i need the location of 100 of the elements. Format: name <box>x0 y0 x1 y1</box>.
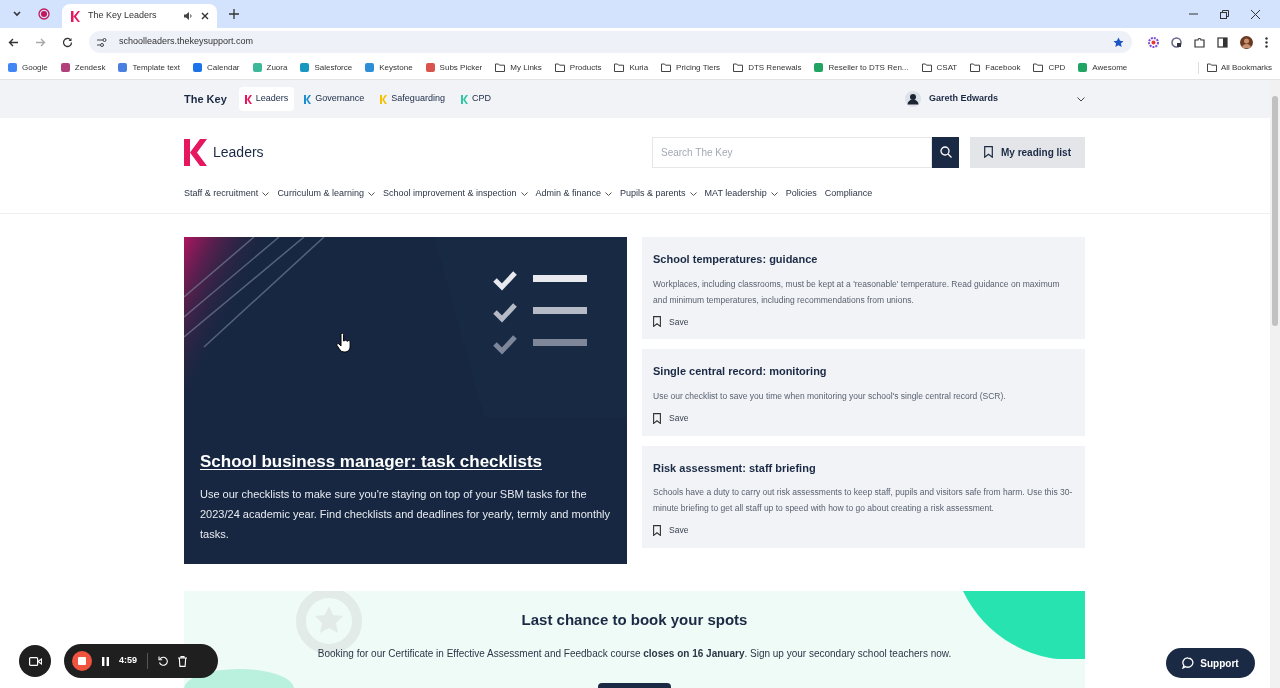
bookmark-item[interactable]: Google <box>8 61 48 74</box>
back-icon[interactable] <box>8 36 19 48</box>
camera-button[interactable] <box>19 645 51 677</box>
close-window-icon[interactable] <box>1251 9 1260 19</box>
trash-icon[interactable] <box>178 655 187 667</box>
bookmark-item[interactable]: Facebook <box>970 61 1021 74</box>
logo-text[interactable]: Leaders <box>213 141 264 163</box>
avatar-icon[interactable] <box>1240 35 1253 49</box>
folder-icon <box>1206 63 1217 72</box>
bookmark-icon <box>653 316 661 328</box>
restore-icon[interactable] <box>1220 9 1229 19</box>
scrollbar-thumb[interactable] <box>1272 96 1278 326</box>
new-tab-icon[interactable] <box>229 9 239 19</box>
chevron-down-icon <box>520 192 528 196</box>
bookmark-item[interactable]: DTS Renewals <box>733 61 802 74</box>
article-title[interactable]: Risk assessment: staff briefing <box>653 459 1074 476</box>
nav-menu-item[interactable]: Staff & recruitment <box>184 187 270 201</box>
folder-icon <box>970 63 981 72</box>
bookmark-item[interactable]: Calendar <box>193 61 240 74</box>
speaker-icon[interactable] <box>183 11 193 21</box>
bookmark-item[interactable]: Subs Picker <box>425 61 483 74</box>
folder-icon <box>1033 63 1044 72</box>
folder-icon <box>495 63 506 72</box>
extension-icon[interactable] <box>1171 36 1182 48</box>
product-tab[interactable]: Safeguarding <box>374 87 451 111</box>
folder-icon <box>661 63 672 72</box>
nav-menu-item[interactable]: School improvement & inspection <box>382 187 528 201</box>
support-button[interactable]: Support <box>1166 648 1255 678</box>
folder-icon <box>554 63 565 72</box>
close-icon[interactable] <box>201 12 209 20</box>
browser-tab[interactable]: The Key Leaders <box>62 4 217 28</box>
pointer-cursor-icon <box>336 333 352 353</box>
bookmark-item[interactable]: Reseller to DTS Ren... <box>814 61 909 74</box>
bookmark-item[interactable]: Salesforce <box>300 61 353 74</box>
feature-description: Use our checklists to make sure you're staying on top of your SBM tasks for the 2023/24 academic year. Find checklists and deadlines for yearly, termly and monthly tasks. <box>200 487 611 542</box>
article-card[interactable]: Single central record: monitoring Use our checklist to save you time when monitoring your school's single central record (SCR). Save <box>642 349 1085 436</box>
article-description: Use our checklist to save you time when monitoring your school's single central record (SCR). <box>653 389 1007 403</box>
reading-list-button[interactable]: My reading list <box>970 136 1085 168</box>
article-title[interactable]: School temperatures: guidance <box>653 251 1074 268</box>
user-icon <box>905 91 921 107</box>
bookmark-icon <box>653 412 661 424</box>
article-card[interactable] <box>642 445 1085 548</box>
address-bar[interactable]: schoolleaders.thekeysupport.com <box>89 31 1132 53</box>
all-bookmarks-button[interactable]: All Bookmarks <box>1197 61 1272 74</box>
article-title[interactable]: Single central record: monitoring <box>653 363 1074 380</box>
bookmark-star-icon[interactable] <box>1113 36 1124 48</box>
product-tab[interactable]: Leaders <box>238 87 295 111</box>
folder-icon <box>921 63 932 72</box>
banner-button[interactable] <box>598 682 671 688</box>
save-button[interactable]: Save <box>653 315 689 329</box>
bookmark-item[interactable]: Products <box>554 61 602 74</box>
bookmark-item[interactable]: Pricing Tiers <box>661 61 721 74</box>
bookmark-item[interactable]: CSAT <box>921 61 958 74</box>
nav-menu-item[interactable]: Admin & finance <box>535 187 613 201</box>
nav-menu-item[interactable]: Pupils & parents <box>620 187 697 201</box>
bookmark-item[interactable]: Template text <box>118 61 181 74</box>
tab-title: The Key Leaders <box>88 9 158 23</box>
bookmark-item[interactable]: Keystone <box>365 61 413 74</box>
video-camera-icon <box>28 656 42 666</box>
nav-menu-item[interactable]: Policies <box>785 187 817 201</box>
nav-menu-item[interactable]: MAT leadership <box>704 187 778 201</box>
article-card[interactable] <box>642 237 1085 340</box>
banner-title: Last chance to book your spots <box>521 610 748 630</box>
tab-list-icon[interactable] <box>12 9 22 19</box>
product-tab[interactable]: CPD <box>454 87 497 111</box>
nav-menu-item[interactable]: Curriculum & learning <box>277 187 375 201</box>
stop-button[interactable] <box>72 651 92 671</box>
extension-icon[interactable] <box>1148 36 1159 48</box>
save-button[interactable]: Save <box>653 411 689 425</box>
bookmark-item[interactable]: Awesome <box>1078 61 1128 74</box>
folder-icon <box>733 63 744 72</box>
bookmark-item[interactable]: Zendesk <box>60 61 106 74</box>
k-logo-icon[interactable] <box>184 138 207 166</box>
chevron-down-icon <box>605 192 613 196</box>
bookmark-item[interactable]: CPD <box>1033 61 1066 74</box>
user-menu[interactable]: Gareth Edwards <box>905 91 1085 107</box>
nav-menu-item[interactable]: Compliance <box>824 187 873 201</box>
reload-icon[interactable] <box>62 36 73 48</box>
chevron-down-icon <box>770 192 778 196</box>
side-panel-icon[interactable] <box>1217 36 1228 48</box>
bookmark-item[interactable]: My Links <box>495 61 542 74</box>
site-settings-icon[interactable] <box>97 37 107 47</box>
feature-title-link[interactable]: School business manager: task checklists <box>200 448 611 474</box>
product-tab[interactable]: Governance <box>298 87 371 111</box>
chevron-down-icon <box>262 192 270 196</box>
bookmark-item[interactable]: Kuria <box>614 61 649 74</box>
search-field[interactable]: Search The Key <box>652 136 932 168</box>
brand-name[interactable]: The Key <box>184 90 227 108</box>
chevron-down-icon <box>689 192 697 196</box>
search-button[interactable] <box>932 136 959 168</box>
bookmark-item[interactable]: Zuora <box>252 61 288 74</box>
save-button[interactable]: Save <box>653 524 689 537</box>
banner-text: Booking for our Certificate in Effective Assessment and Feedback course closes on 16 January. Sign up your secondary school teachers now. <box>317 646 952 661</box>
restart-icon[interactable] <box>158 656 168 666</box>
article-description: Workplaces, including classrooms, must be kept at a 'reasonable' temperature. Read guidance on maximum and minimum temperatures, including recommendations from unions. <box>653 277 1061 307</box>
pause-icon[interactable] <box>102 656 109 666</box>
bookmark-icon <box>984 146 993 158</box>
puzzle-icon[interactable] <box>1194 36 1205 48</box>
feature-card[interactable] <box>184 237 627 564</box>
more-menu-icon[interactable] <box>1265 36 1268 48</box>
